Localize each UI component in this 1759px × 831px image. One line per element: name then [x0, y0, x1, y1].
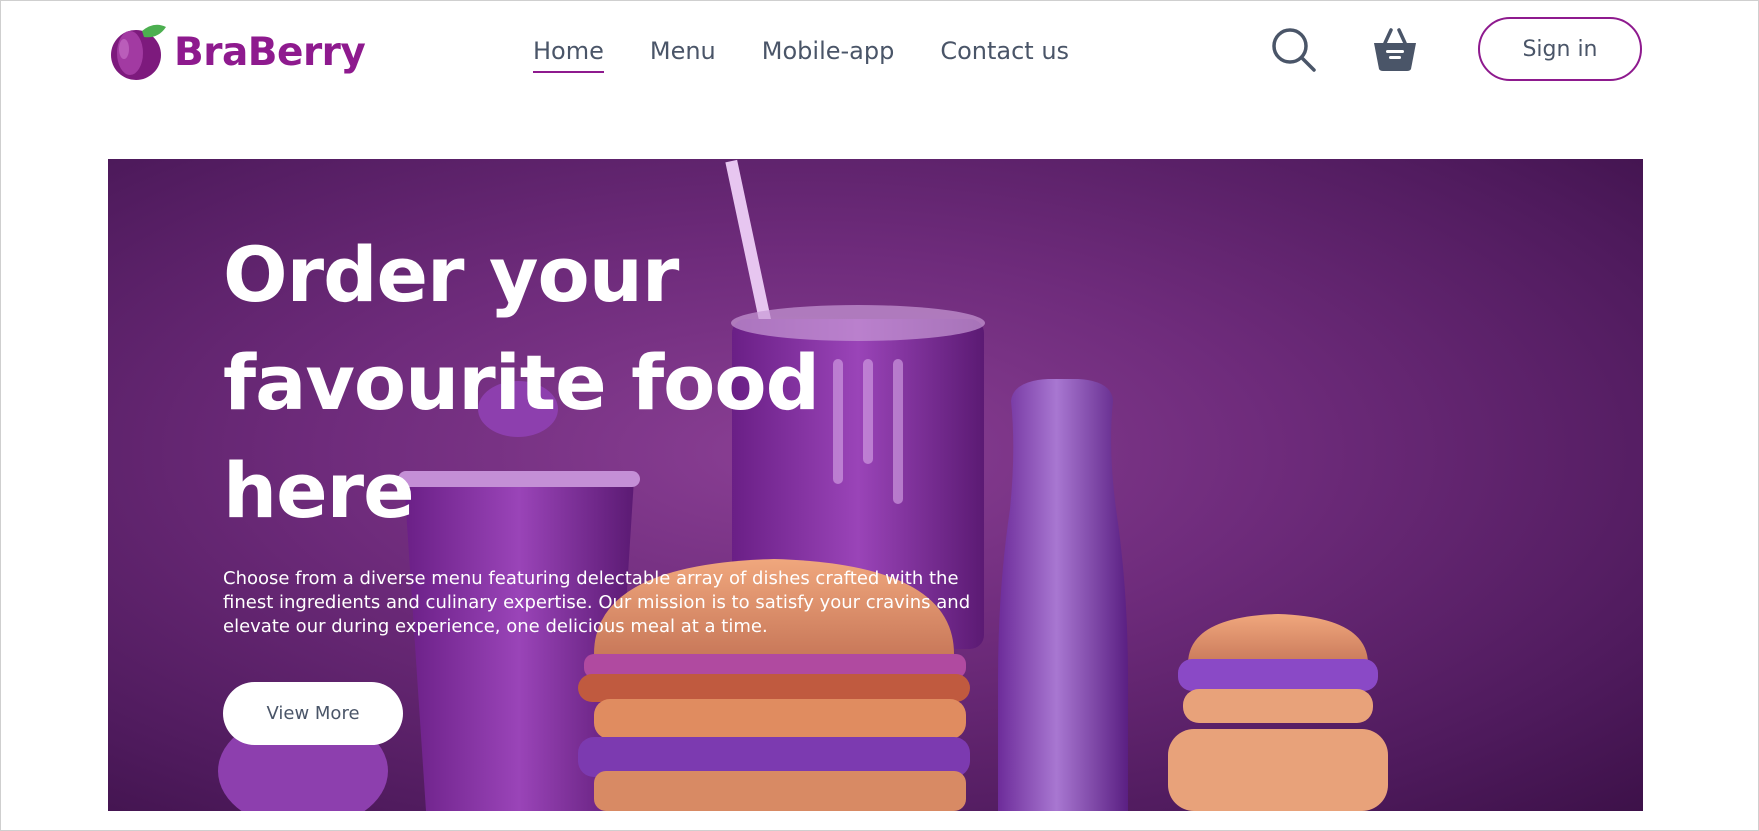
hero-description: Choose from a diverse menu featuring del… — [223, 568, 971, 637]
brand-name: BraBerry — [174, 29, 366, 75]
basket-icon[interactable] — [1371, 25, 1419, 73]
search-icon[interactable] — [1271, 27, 1317, 73]
main-nav: Home Menu Mobile-app Contact us — [533, 37, 1069, 73]
sign-in-button[interactable]: Sign in — [1478, 17, 1642, 81]
nav-item-mobile-app[interactable]: Mobile-app — [762, 37, 895, 73]
site-header: BraBerry Home Menu Mobile-app Contact us… — [1, 1, 1759, 111]
hero-title: Order your favourite food here — [223, 230, 820, 535]
nav-item-contact-us[interactable]: Contact us — [940, 37, 1069, 73]
view-more-button[interactable]: View More — [223, 682, 403, 745]
berry-logo-icon — [111, 24, 166, 80]
brand-logo[interactable]: BraBerry — [108, 21, 366, 83]
nav-item-menu[interactable]: Menu — [650, 37, 716, 73]
hero-banner: Order your favourite food here Choose fr… — [108, 159, 1643, 811]
nav-item-home[interactable]: Home — [533, 37, 604, 73]
